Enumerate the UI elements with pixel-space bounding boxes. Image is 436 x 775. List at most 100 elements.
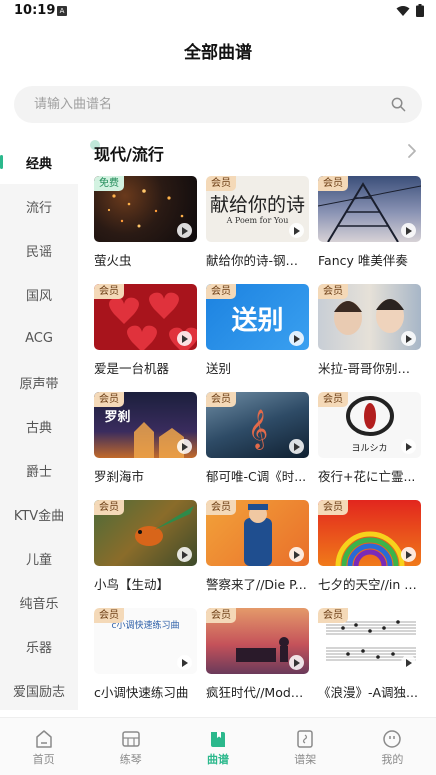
sidebar-item-classic[interactable]: 经典 bbox=[0, 140, 78, 184]
play-icon[interactable] bbox=[177, 655, 192, 670]
sidebar-item-pure-music[interactable]: 纯音乐 bbox=[0, 580, 78, 624]
sidebar-item-kids[interactable]: 儿童 bbox=[0, 536, 78, 580]
search-input[interactable] bbox=[34, 86, 374, 123]
score-card[interactable]: 献给你的诗 A Poem for You 会员 献给你的诗-钢琴... bbox=[206, 176, 309, 269]
vip-badge: 会员 bbox=[94, 500, 124, 515]
score-thumbnail: 会员 bbox=[318, 284, 421, 350]
score-thumbnail: 𝄞 会员 bbox=[206, 392, 309, 458]
score-title: 小鸟【生动】 bbox=[94, 577, 170, 592]
score-card[interactable]: 会员 疯狂时代//Mode... bbox=[206, 608, 309, 701]
sidebar-item-pop[interactable]: 流行 bbox=[0, 184, 78, 228]
sidebar-item-soundtrack[interactable]: 原声带 bbox=[0, 360, 78, 404]
wifi-icon bbox=[396, 5, 410, 16]
score-card[interactable]: 会员 警察来了//Die P... bbox=[206, 500, 309, 593]
nav-label: 我的 bbox=[381, 753, 404, 766]
nav-music-stand[interactable]: 谱架 bbox=[262, 718, 349, 775]
vip-badge: 会员 bbox=[206, 500, 236, 515]
score-title: 疯狂时代//Mode... bbox=[206, 685, 309, 700]
score-thumbnail: 罗刹 会员 bbox=[94, 392, 197, 458]
vip-badge: 会员 bbox=[318, 608, 348, 623]
score-thumbnail: 免费 bbox=[94, 176, 197, 242]
play-icon[interactable] bbox=[401, 223, 416, 238]
sidebar-item-chinese-style[interactable]: 国风 bbox=[0, 272, 78, 316]
sidebar-item-jazz[interactable]: 爵士 bbox=[0, 448, 78, 492]
play-icon[interactable] bbox=[289, 439, 304, 454]
play-icon[interactable] bbox=[401, 547, 416, 562]
free-badge: 免费 bbox=[94, 176, 124, 191]
svg-text:𝄞: 𝄞 bbox=[248, 409, 268, 450]
score-thumbnail: 送别 会员 bbox=[206, 284, 309, 350]
status-icons bbox=[396, 4, 424, 17]
score-card[interactable]: 会员 七夕的天空//in s... bbox=[318, 500, 421, 593]
vip-badge: 会员 bbox=[206, 392, 236, 407]
play-icon[interactable] bbox=[177, 223, 192, 238]
score-thumbnail: 献给你的诗 A Poem for You 会员 bbox=[206, 176, 309, 242]
score-title: 夜行+花に亡霊... bbox=[318, 469, 416, 484]
sidebar-item-folk[interactable]: 民谣 bbox=[0, 228, 78, 272]
play-icon[interactable] bbox=[177, 439, 192, 454]
nav-practice[interactable]: 练琴 bbox=[87, 718, 174, 775]
thumb-title: 献给你的诗 bbox=[209, 194, 305, 216]
score-thumbnail: 会员 bbox=[94, 500, 197, 566]
sidebar-item-classical[interactable]: 古典 bbox=[0, 404, 78, 448]
score-card[interactable]: 𝄞 会员 郁可唯-C调《时... bbox=[206, 392, 309, 485]
section-title: 现代/流行 bbox=[94, 145, 164, 164]
play-icon[interactable] bbox=[289, 655, 304, 670]
score-title: Fancy 唯美伴奏 bbox=[318, 253, 408, 268]
score-thumbnail: 会员 bbox=[318, 176, 421, 242]
search-icon[interactable] bbox=[391, 97, 406, 112]
notification-icon: A bbox=[57, 6, 67, 16]
score-card[interactable]: 会员 爱是一台机器 bbox=[94, 284, 197, 377]
score-card[interactable]: 会员 Fancy 唯美伴奏 bbox=[318, 176, 421, 269]
nav-label: 曲谱 bbox=[207, 753, 229, 766]
score-card[interactable]: 会员 米拉-哥哥你别跑... bbox=[318, 284, 421, 377]
score-title: 献给你的诗-钢琴... bbox=[206, 253, 309, 268]
vip-badge: 会员 bbox=[318, 176, 348, 191]
vip-badge: 会员 bbox=[206, 176, 236, 191]
play-icon[interactable] bbox=[289, 331, 304, 346]
home-icon bbox=[35, 730, 52, 748]
score-title: 七夕的天空//in s... bbox=[318, 577, 421, 592]
sidebar-item-acg[interactable]: ACG bbox=[0, 316, 78, 360]
status-bar: 10:19 A bbox=[0, 0, 436, 24]
nav-label: 首页 bbox=[32, 753, 55, 766]
score-card[interactable]: 会员 《浪漫》-A调独... bbox=[318, 608, 421, 701]
score-thumbnail: 会员 bbox=[206, 608, 309, 674]
score-title: 送别 bbox=[206, 361, 232, 376]
vip-badge: 会员 bbox=[206, 284, 236, 299]
score-thumbnail: ヨルシカ 会员 bbox=[318, 392, 421, 458]
play-icon[interactable] bbox=[401, 439, 416, 454]
play-icon[interactable] bbox=[177, 331, 192, 346]
score-card[interactable]: 送别 会员 送别 bbox=[206, 284, 309, 377]
nav-home[interactable]: 首页 bbox=[0, 718, 87, 775]
score-title: 爱是一台机器 bbox=[94, 361, 170, 376]
play-icon[interactable] bbox=[289, 547, 304, 562]
score-card[interactable]: 免费 萤火虫 bbox=[94, 176, 197, 269]
vip-badge: 会员 bbox=[94, 284, 124, 299]
score-card[interactable]: c小调快速练习曲 会员 c小调快速练习曲 bbox=[94, 608, 197, 701]
play-icon[interactable] bbox=[401, 331, 416, 346]
sidebar-item-instruments[interactable]: 乐器 bbox=[0, 624, 78, 668]
nav-profile[interactable]: 我的 bbox=[349, 718, 436, 775]
vip-badge: 会员 bbox=[94, 608, 124, 623]
sidebar-item-patriotic[interactable]: 爱国励志 bbox=[0, 668, 78, 712]
score-title: 米拉-哥哥你别跑... bbox=[318, 361, 421, 376]
section-header: 现代/流行 bbox=[90, 140, 424, 164]
score-title: 警察来了//Die P... bbox=[206, 577, 307, 592]
score-thumbnail: 会员 bbox=[318, 608, 421, 674]
play-icon[interactable] bbox=[289, 223, 304, 238]
play-icon[interactable] bbox=[401, 655, 416, 670]
piano-icon bbox=[122, 731, 140, 747]
play-icon[interactable] bbox=[177, 547, 192, 562]
page-title: 全部曲谱 bbox=[184, 43, 252, 63]
score-card[interactable]: 会员 小鸟【生动】 bbox=[94, 500, 197, 593]
score-card[interactable]: ヨルシカ 会员 夜行+花に亡霊... bbox=[318, 392, 421, 485]
sidebar-item-ktv[interactable]: KTV金曲 bbox=[0, 492, 78, 536]
search-bar[interactable] bbox=[14, 86, 422, 123]
chevron-right-icon[interactable] bbox=[406, 143, 418, 159]
score-title: 萤火虫 bbox=[94, 253, 132, 268]
score-title: 罗刹海市 bbox=[94, 469, 145, 484]
vip-badge: 会员 bbox=[318, 392, 348, 407]
score-card[interactable]: 罗刹 会员 罗刹海市 bbox=[94, 392, 197, 485]
nav-scores[interactable]: 曲谱 bbox=[174, 718, 261, 775]
